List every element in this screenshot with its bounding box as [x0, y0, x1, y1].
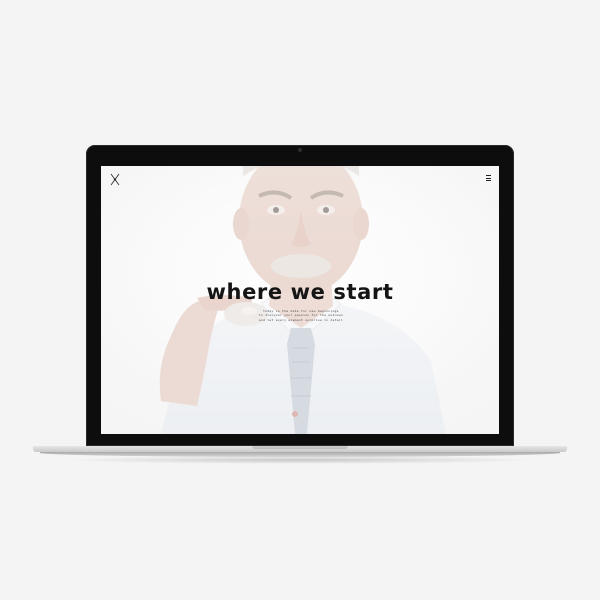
hero-subtitle-line: and let every element surprise in detail — [258, 317, 344, 322]
laptop-mockup: where we start today is the date for new… — [0, 0, 600, 600]
laptop-notch — [252, 446, 348, 449]
laptop-shadow — [60, 456, 540, 464]
hero-subtitle: today is the date for new beginnings to … — [251, 309, 351, 322]
crossed-x-logo-icon[interactable] — [110, 173, 120, 186]
hamburger-menu-icon[interactable] — [486, 175, 491, 181]
camera-icon — [298, 148, 302, 152]
hero-title: where we start — [206, 280, 394, 304]
laptop-screen: where we start today is the date for new… — [101, 166, 499, 434]
